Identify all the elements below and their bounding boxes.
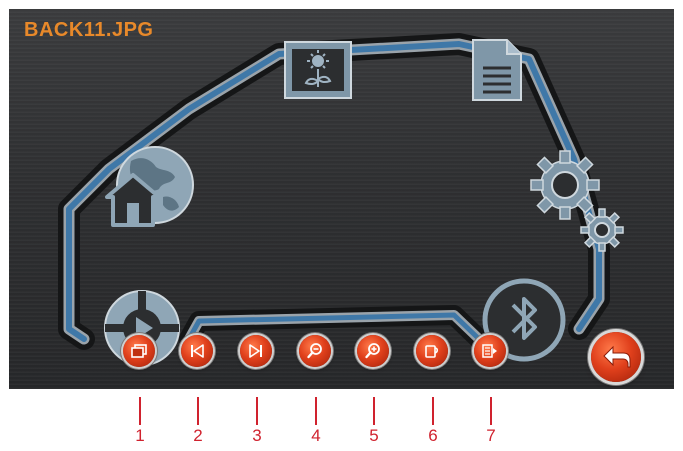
back-arrow-icon [603,345,631,368]
previous-button[interactable] [181,335,213,367]
zoom-in-icon [365,343,380,359]
back-button[interactable] [591,332,641,382]
zoom-in-button[interactable] [357,335,389,367]
file-list-button[interactable] [474,335,506,367]
home-globe-icon[interactable] [101,141,199,237]
next-button[interactable] [240,335,272,367]
previous-icon [191,344,204,358]
callout-labels: 1 2 3 4 5 6 7 [0,395,683,451]
slideshow-icon [131,344,147,358]
file-list-icon [482,344,497,358]
rotate-button[interactable] [416,335,448,367]
picture-frame-icon[interactable] [282,39,354,101]
zoom-out-button[interactable] [299,335,331,367]
zoom-out-icon [307,343,322,359]
document-icon[interactable] [469,36,525,104]
rotate-icon [425,345,439,358]
slideshow-button[interactable] [123,335,155,367]
settings-gears-icon[interactable] [527,147,627,257]
device-screen: BACK11.JPG [9,9,674,389]
next-icon [249,344,262,358]
